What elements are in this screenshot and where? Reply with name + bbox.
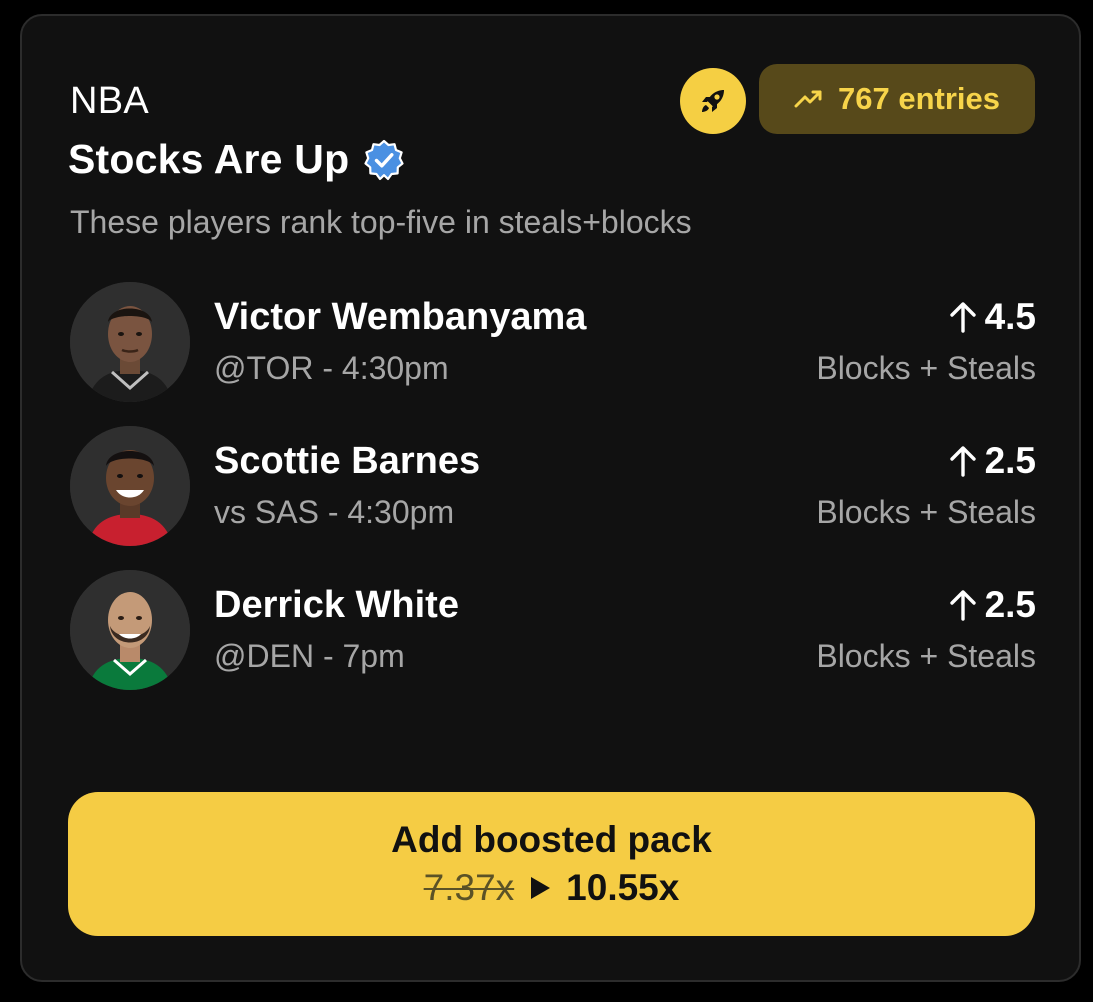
player-name: Scottie Barnes: [214, 440, 481, 482]
stat-type: Blocks + Steals: [816, 494, 1036, 530]
cta-label: Add boosted pack: [391, 819, 712, 860]
player-avatar: [70, 282, 190, 402]
line-number: 2.5: [984, 584, 1036, 625]
old-multiplier: 7.37x: [423, 867, 515, 908]
arrow-up-icon: [949, 302, 976, 333]
line-number: 4.5: [984, 296, 1036, 337]
add-boosted-pack-button[interactable]: Add boosted pack 7.37x 10.55x: [68, 792, 1035, 936]
line-number: 2.5: [984, 440, 1036, 481]
boost-rocket-button[interactable]: [680, 68, 746, 134]
arrow-up-icon: [949, 590, 976, 621]
projection-line: 2.5: [949, 440, 1036, 482]
player-name: Victor Wembanyama: [214, 296, 587, 338]
projection-line: 4.5: [949, 296, 1036, 338]
entries-count: 767 entries: [838, 81, 1000, 116]
multiplier-row: 7.37x 10.55x: [424, 867, 680, 909]
stat-type: Blocks + Steals: [816, 350, 1036, 386]
verified-badge-icon: [364, 139, 404, 180]
projection-line: 2.5: [949, 584, 1036, 626]
arrow-up-icon: [949, 446, 976, 477]
player-name: Derrick White: [214, 584, 459, 626]
player-row[interactable]: Derrick White @DEN - 7pm 2.5 Blocks + St…: [68, 570, 1036, 692]
player-row[interactable]: Victor Wembanyama @TOR - 4:30pm 4.5 Bloc…: [68, 282, 1036, 404]
play-arrow-icon: [531, 877, 551, 899]
player-avatar: [70, 426, 190, 546]
player-matchup: @DEN - 7pm: [214, 638, 405, 674]
player-avatar: [70, 570, 190, 690]
stat-type: Blocks + Steals: [816, 638, 1036, 674]
subtitle: These players rank top-five in steals+bl…: [70, 204, 692, 240]
page-title: Stocks Are Up: [68, 136, 350, 182]
title-row: Stocks Are Up: [68, 136, 405, 183]
promo-card: NBA Stocks Are Up These players rank top…: [20, 14, 1081, 982]
player-matchup: @TOR - 4:30pm: [214, 350, 449, 386]
entries-badge[interactable]: 767 entries: [759, 64, 1035, 134]
league-label: NBA: [70, 80, 150, 122]
rocket-icon: [702, 90, 724, 112]
trend-up-icon: [794, 90, 822, 108]
player-row[interactable]: Scottie Barnes vs SAS - 4:30pm 2.5 Block…: [68, 426, 1036, 548]
player-matchup: vs SAS - 4:30pm: [214, 494, 455, 530]
new-multiplier: 10.55x: [566, 867, 680, 908]
